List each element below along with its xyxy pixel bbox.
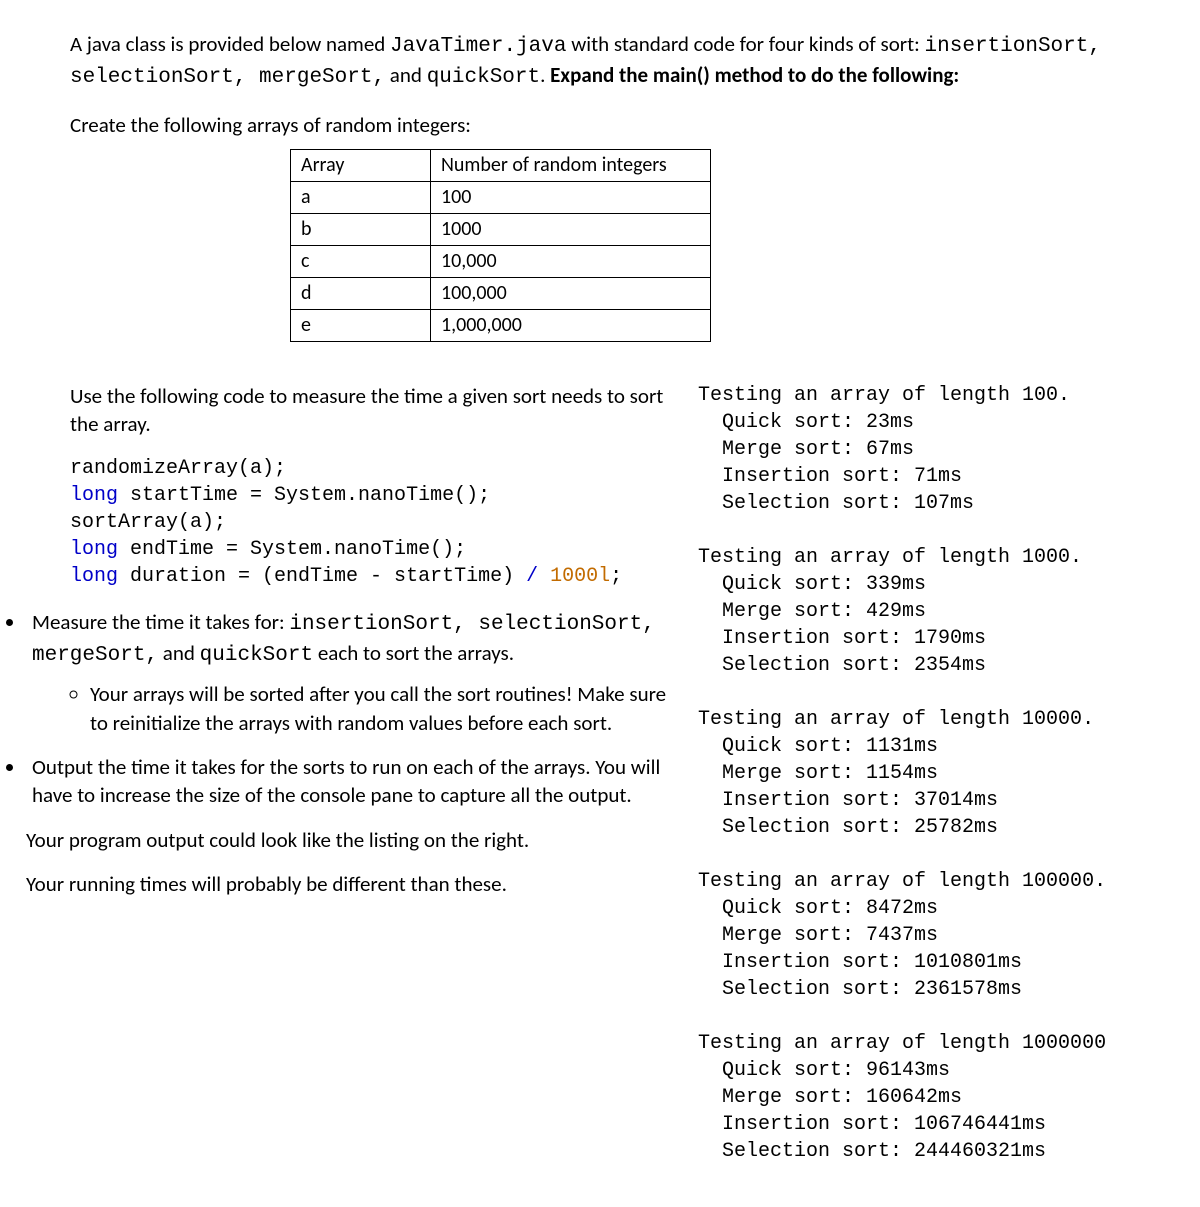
left-column: Use the following code to measure the ti…: [70, 382, 670, 914]
table-row: c10,000: [291, 246, 711, 278]
intro-and: and: [385, 62, 427, 88]
output-line: Quick sort: 96143ms: [698, 1059, 950, 1082]
output-line: Selection sort: 107ms: [698, 492, 974, 515]
cell-count: 10,000: [431, 246, 711, 278]
output-line: Quick sort: 339ms: [698, 573, 926, 596]
output-line: Merge sort: 160642ms: [698, 1086, 962, 1109]
bullet1-and: and: [158, 640, 200, 666]
code-line: randomizeArray(a);: [70, 457, 286, 480]
intro-paragraph: A java class is provided below named Jav…: [70, 30, 1180, 93]
table-row: d100,000: [291, 278, 711, 310]
console-output: Testing an array of length 100. Quick so…: [698, 382, 1180, 1165]
use-code-paragraph: Use the following code to measure the ti…: [70, 382, 670, 439]
cell-array: e: [291, 310, 431, 342]
output-line: Insertion sort: 71ms: [698, 465, 962, 488]
arrays-table-wrap: Array Number of random integers a100 b10…: [290, 149, 1180, 342]
code-line: startTime = System.nanoTime();: [118, 484, 490, 507]
intro-text: A java class is provided below named: [70, 31, 390, 57]
tail-paragraph-1: Your program output could look like the …: [26, 826, 670, 854]
cell-count: 100,000: [431, 278, 711, 310]
kw-long: long: [70, 484, 118, 507]
output-line: Testing an array of length 1000000: [698, 1032, 1106, 1055]
output-line: Selection sort: 244460321ms: [698, 1140, 1046, 1163]
output-line: Insertion sort: 1790ms: [698, 627, 986, 650]
table-header-row: Array Number of random integers: [291, 150, 711, 182]
list-item: Measure the time it takes for: insertion…: [26, 608, 670, 737]
output-line: Selection sort: 2361578ms: [698, 978, 1022, 1001]
create-arrays-line: Create the following arrays of random in…: [70, 111, 1180, 139]
bullet1-pre: Measure the time it takes for:: [32, 609, 289, 635]
table-header-count: Number of random integers: [431, 150, 711, 182]
output-line: Testing an array of length 100.: [698, 384, 1070, 407]
cell-array: c: [291, 246, 431, 278]
bullet-list: Measure the time it takes for: insertion…: [26, 608, 670, 810]
kw-slash: /: [526, 565, 538, 588]
output-line: Merge sort: 429ms: [698, 600, 926, 623]
kw-long: long: [70, 538, 118, 561]
code-line: ;: [610, 565, 622, 588]
output-line: Merge sort: 7437ms: [698, 924, 938, 947]
kw-literal: 1000l: [538, 565, 610, 588]
intro-period: .: [540, 62, 550, 88]
code-line: duration = (endTime - startTime): [118, 565, 526, 588]
code-line: sortArray(a);: [70, 511, 226, 534]
two-column-layout: Use the following code to measure the ti…: [70, 382, 1180, 1165]
table-header-array: Array: [291, 150, 431, 182]
output-line: Testing an array of length 10000.: [698, 708, 1094, 731]
cell-array: a: [291, 182, 431, 214]
table-row: b1000: [291, 214, 711, 246]
class-name: JavaTimer.java: [390, 35, 566, 58]
code-block: randomizeArray(a); long startTime = Syst…: [70, 455, 670, 590]
output-line: Insertion sort: 106746441ms: [698, 1113, 1046, 1136]
bullet1-quick: quickSort: [200, 644, 313, 667]
output-line: Quick sort: 23ms: [698, 411, 914, 434]
output-line: Testing an array of length 100000.: [698, 870, 1106, 893]
tail-paragraph-2: Your running times will probably be diff…: [26, 870, 670, 898]
output-line: Merge sort: 1154ms: [698, 762, 938, 785]
list-item: Output the time it takes for the sorts t…: [26, 753, 670, 810]
output-line: Selection sort: 2354ms: [698, 654, 986, 677]
code-line: endTime = System.nanoTime();: [118, 538, 466, 561]
cell-array: b: [291, 214, 431, 246]
cell-count: 100: [431, 182, 711, 214]
output-line: Quick sort: 1131ms: [698, 735, 938, 758]
intro-mid: with standard code for four kinds of sor…: [566, 31, 924, 57]
output-line: Insertion sort: 1010801ms: [698, 951, 1022, 974]
arrays-table: Array Number of random integers a100 b10…: [290, 149, 711, 342]
output-line: Merge sort: 67ms: [698, 438, 914, 461]
output-line: Insertion sort: 37014ms: [698, 789, 998, 812]
kw-long: long: [70, 565, 118, 588]
bullet1-tail: each to sort the arrays.: [313, 640, 514, 666]
table-row: a100: [291, 182, 711, 214]
intro-bold-text: Expand the main() method to do the follo…: [550, 62, 959, 88]
output-line: Selection sort: 25782ms: [698, 816, 998, 839]
cell-array: d: [291, 278, 431, 310]
intro-bold: Expand the main() method to do the follo…: [550, 62, 959, 88]
cell-count: 1000: [431, 214, 711, 246]
table-row: e1,000,000: [291, 310, 711, 342]
output-line: Testing an array of length 1000.: [698, 546, 1082, 569]
output-line: Quick sort: 8472ms: [698, 897, 938, 920]
sub-bullet-list: Your arrays will be sorted after you cal…: [32, 680, 670, 737]
intro-quick: quickSort: [427, 66, 540, 89]
cell-count: 1,000,000: [431, 310, 711, 342]
list-item: Your arrays will be sorted after you cal…: [90, 680, 670, 737]
